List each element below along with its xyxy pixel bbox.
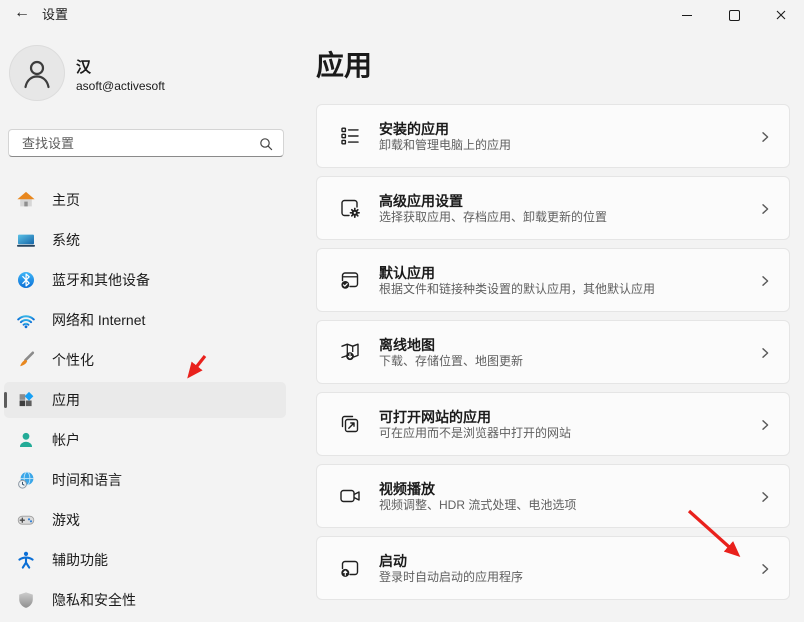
advanced-app-settings-icon [338, 196, 362, 220]
minimize-button[interactable] [664, 0, 711, 30]
search-icon [259, 137, 273, 151]
sidebar-item-network-internet[interactable]: 网络和 Internet [4, 302, 286, 338]
card-title: 安装的应用 [379, 122, 511, 136]
card-apps-for-websites[interactable]: 可打开网站的应用 可在应用而不是浏览器中打开的网站 [316, 392, 790, 456]
download-badge [346, 352, 354, 360]
card-subtitle: 卸载和管理电脑上的应用 [379, 139, 511, 151]
maximize-button[interactable] [711, 0, 758, 30]
card-startup-chevron [759, 563, 771, 575]
sidebar-item-label: 应用 [52, 390, 80, 410]
offline-maps-icon [338, 340, 362, 364]
sidebar-item-label: 蓝牙和其他设备 [52, 270, 150, 290]
card-startup[interactable]: 启动 登录时自动启动的应用程序 [316, 536, 790, 600]
user-email: asoft@activesoft [76, 79, 165, 93]
sidebar-item-home[interactable]: 主页 [4, 182, 286, 218]
gear-badge [351, 209, 360, 218]
chevron-right-icon [759, 347, 771, 359]
window-controls [664, 0, 804, 30]
window-title: 设置 [42, 4, 68, 23]
accessibility-person-icon [16, 550, 36, 570]
card-default-apps[interactable]: 默认应用 根据文件和链接种类设置的默认应用，其他默认应用 [316, 248, 790, 312]
back-button[interactable]: ← [8, 1, 36, 25]
card-title: 可打开网站的应用 [379, 410, 571, 424]
home-icon [16, 190, 36, 210]
search-input[interactable] [9, 130, 283, 156]
shield-icon [16, 590, 36, 610]
sidebar-item-label: 个性化 [52, 350, 94, 370]
chevron-right-icon [759, 131, 771, 143]
startup-up-badge [341, 569, 349, 577]
sidebar-item-bluetooth-devices[interactable]: 蓝牙和其他设备 [4, 262, 286, 298]
sidebar-item-label: 网络和 Internet [52, 310, 145, 330]
maximize-icon [729, 10, 740, 21]
globe-clock-icon [16, 470, 36, 490]
card-video-playback[interactable]: 视频播放 视频调整、HDR 流式处理、电池选项 [316, 464, 790, 528]
titlebar: ← 设置 [0, 0, 804, 36]
chevron-right-icon [759, 419, 771, 431]
sidebar-item-label: 主页 [52, 190, 80, 210]
check-badge [341, 281, 349, 289]
sidebar-item-time-language[interactable]: 时间和语言 [4, 462, 286, 498]
minimize-icon [682, 15, 692, 16]
person-icon [20, 56, 54, 90]
card-advanced-app-settings[interactable]: 高级应用设置 选择获取应用、存档应用、卸载更新的位置 [316, 176, 790, 240]
close-button[interactable] [757, 0, 804, 30]
sidebar-item-label: 时间和语言 [52, 470, 122, 490]
sidebar-item-label: 游戏 [52, 510, 80, 530]
sidebar-nav: 主页 系统 蓝牙和其他设备 [4, 182, 286, 622]
sidebar-item-label: 系统 [52, 230, 80, 250]
card-subtitle: 选择获取应用、存档应用、卸载更新的位置 [379, 211, 607, 223]
chevron-right-icon [759, 275, 771, 287]
card-title: 启动 [379, 554, 523, 568]
paintbrush-icon [16, 350, 36, 370]
accounts-person-icon [16, 430, 36, 450]
card-title: 视频播放 [379, 482, 576, 496]
card-subtitle: 下载、存储位置、地图更新 [379, 355, 523, 367]
apps-icon [16, 390, 36, 410]
sidebar-item-gaming[interactable]: 游戏 [4, 502, 286, 538]
apps-for-websites-icon [338, 412, 362, 436]
gamepad-icon [16, 510, 36, 530]
sidebar-item-apps[interactable]: 应用 [4, 382, 286, 418]
card-subtitle: 根据文件和链接种类设置的默认应用，其他默认应用 [379, 283, 655, 295]
wifi-icon [16, 310, 36, 330]
installed-apps-icon [338, 124, 362, 148]
startup-icon [338, 556, 362, 580]
sidebar-item-system[interactable]: 系统 [4, 222, 286, 258]
settings-card-list: 安装的应用 卸载和管理电脑上的应用 [316, 104, 790, 608]
sidebar-item-label: 隐私和安全性 [52, 590, 136, 610]
card-title: 离线地图 [379, 338, 523, 352]
card-subtitle: 视频调整、HDR 流式处理、电池选项 [379, 499, 576, 511]
card-subtitle: 登录时自动启动的应用程序 [379, 571, 523, 583]
card-title: 默认应用 [379, 266, 655, 280]
sidebar-item-label: 辅助功能 [52, 550, 108, 570]
close-icon [776, 10, 786, 20]
page-title: 应用 [316, 44, 372, 84]
sidebar-item-accounts[interactable]: 帐户 [4, 422, 286, 458]
back-arrow-icon: ← [14, 4, 30, 22]
sidebar-item-accessibility[interactable]: 辅助功能 [4, 542, 286, 578]
search-box [8, 129, 284, 157]
sidebar-item-label: 帐户 [52, 430, 80, 450]
system-icon [16, 230, 36, 250]
card-title: 高级应用设置 [379, 194, 607, 208]
user-name: 汉 [76, 56, 91, 77]
chevron-right-icon [759, 491, 771, 503]
default-apps-icon [338, 268, 362, 292]
chevron-right-icon [759, 203, 771, 215]
card-offline-maps[interactable]: 离线地图 下载、存储位置、地图更新 [316, 320, 790, 384]
avatar [9, 45, 65, 101]
video-playback-icon [338, 484, 362, 508]
card-subtitle: 可在应用而不是浏览器中打开的网站 [379, 427, 571, 439]
bluetooth-icon [16, 270, 36, 290]
sidebar-item-personalization[interactable]: 个性化 [4, 342, 286, 378]
card-installed-apps[interactable]: 安装的应用 卸载和管理电脑上的应用 [316, 104, 790, 168]
